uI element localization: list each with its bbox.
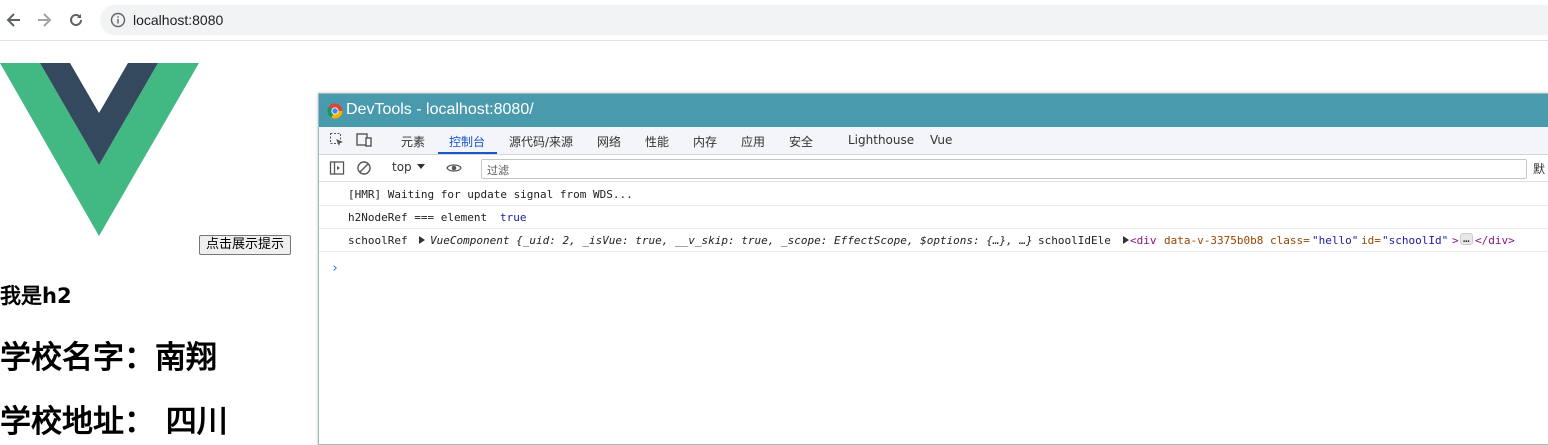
element-end-tag: </div> bbox=[1475, 234, 1515, 247]
clear-console-icon[interactable] bbox=[356, 160, 372, 176]
tab-security[interactable]: 安全 bbox=[789, 133, 813, 150]
chevron-down-icon[interactable] bbox=[416, 161, 426, 171]
console-message: h2NodeRef === element true bbox=[319, 205, 1548, 229]
reload-button[interactable] bbox=[64, 8, 88, 32]
devtools-tabbar: 元素 控制台 源代码/来源 网络 性能 内存 应用 安全 Lighthouse … bbox=[319, 127, 1548, 155]
expand-triangle-icon[interactable] bbox=[418, 236, 426, 244]
tab-application[interactable]: 应用 bbox=[741, 133, 765, 150]
tab-lighthouse[interactable]: Lighthouse bbox=[848, 133, 914, 147]
element-tag-close: > bbox=[1452, 234, 1459, 247]
address-bar[interactable]: localhost:8080 bbox=[100, 5, 1548, 35]
forward-button[interactable] bbox=[32, 8, 56, 32]
element-attribute: data-v-3375b0b8 bbox=[1164, 234, 1264, 247]
sidebar-toggle-icon[interactable] bbox=[329, 160, 345, 176]
console-filter-input[interactable]: 过滤 bbox=[481, 159, 1527, 179]
default-levels-label[interactable]: 默 bbox=[1533, 160, 1545, 177]
show-hint-button[interactable]: 点击展示提示 bbox=[199, 235, 292, 255]
arrow-left-icon bbox=[6, 13, 20, 27]
chrome-icon bbox=[327, 103, 343, 119]
console-text: schoolRef bbox=[348, 234, 408, 247]
school-name-heading: 学校名字：南翔 bbox=[0, 340, 217, 376]
tab-sources[interactable]: 源代码/来源 bbox=[509, 133, 573, 150]
tab-memory[interactable]: 内存 bbox=[693, 133, 717, 150]
devtools-window: DevTools - localhost:8080/ 元素 控制台 源代码/来源… bbox=[318, 93, 1548, 445]
element-tag-open[interactable]: <div bbox=[1130, 234, 1157, 247]
school-address-heading: 学校地址： 四川 bbox=[0, 404, 228, 440]
eye-icon[interactable] bbox=[446, 160, 462, 176]
console-message: [HMR] Waiting for update signal from WDS… bbox=[319, 182, 1548, 206]
console-prompt[interactable]: › bbox=[331, 261, 339, 276]
tab-network[interactable]: 网络 bbox=[597, 133, 621, 150]
console-message: schoolRef VueComponent {_uid: 2, _isVue:… bbox=[319, 228, 1548, 252]
devtools-titlebar[interactable]: DevTools - localhost:8080/ bbox=[319, 94, 1548, 127]
tab-console[interactable]: 控制台 bbox=[449, 133, 485, 150]
element-attribute-value: "schoolId" bbox=[1382, 234, 1449, 247]
element-attribute-value: "hello" bbox=[1312, 234, 1359, 247]
element-attribute-name: id= bbox=[1361, 234, 1381, 247]
collapsed-children[interactable]: … bbox=[1460, 233, 1473, 245]
filter-placeholder: 过滤 bbox=[487, 164, 509, 177]
expand-triangle-icon[interactable] bbox=[1122, 236, 1130, 244]
devtools-title: DevTools - localhost:8080/ bbox=[346, 101, 534, 118]
url-text: localhost:8080 bbox=[133, 12, 224, 28]
vue-component-object[interactable]: VueComponent {_uid: 2, _isVue: true, __v… bbox=[430, 234, 1033, 247]
h2-heading: 我是h2 bbox=[0, 284, 72, 308]
console-toolbar: top 过滤 默 bbox=[319, 155, 1548, 182]
element-attribute-name: class= bbox=[1270, 234, 1310, 247]
tab-elements[interactable]: 元素 bbox=[401, 133, 425, 150]
context-selector[interactable]: top bbox=[392, 160, 412, 174]
vue-logo bbox=[0, 63, 199, 236]
console-text: [HMR] Waiting for update signal from WDS… bbox=[348, 188, 633, 201]
inspect-element-icon[interactable] bbox=[329, 132, 345, 148]
reload-icon bbox=[70, 13, 82, 26]
device-toolbar-icon[interactable] bbox=[356, 132, 372, 148]
back-button[interactable] bbox=[2, 8, 26, 32]
info-icon[interactable] bbox=[110, 12, 126, 28]
browser-toolbar: localhost:8080 bbox=[0, 0, 1548, 41]
active-tab-indicator bbox=[438, 152, 497, 154]
console-text: h2NodeRef === element bbox=[348, 211, 488, 224]
tab-vue[interactable]: Vue bbox=[930, 133, 952, 147]
console-text: schoolIdEle bbox=[1038, 234, 1111, 247]
console-value: true bbox=[500, 211, 527, 224]
arrow-right-icon bbox=[38, 13, 52, 27]
tab-performance[interactable]: 性能 bbox=[645, 133, 669, 150]
